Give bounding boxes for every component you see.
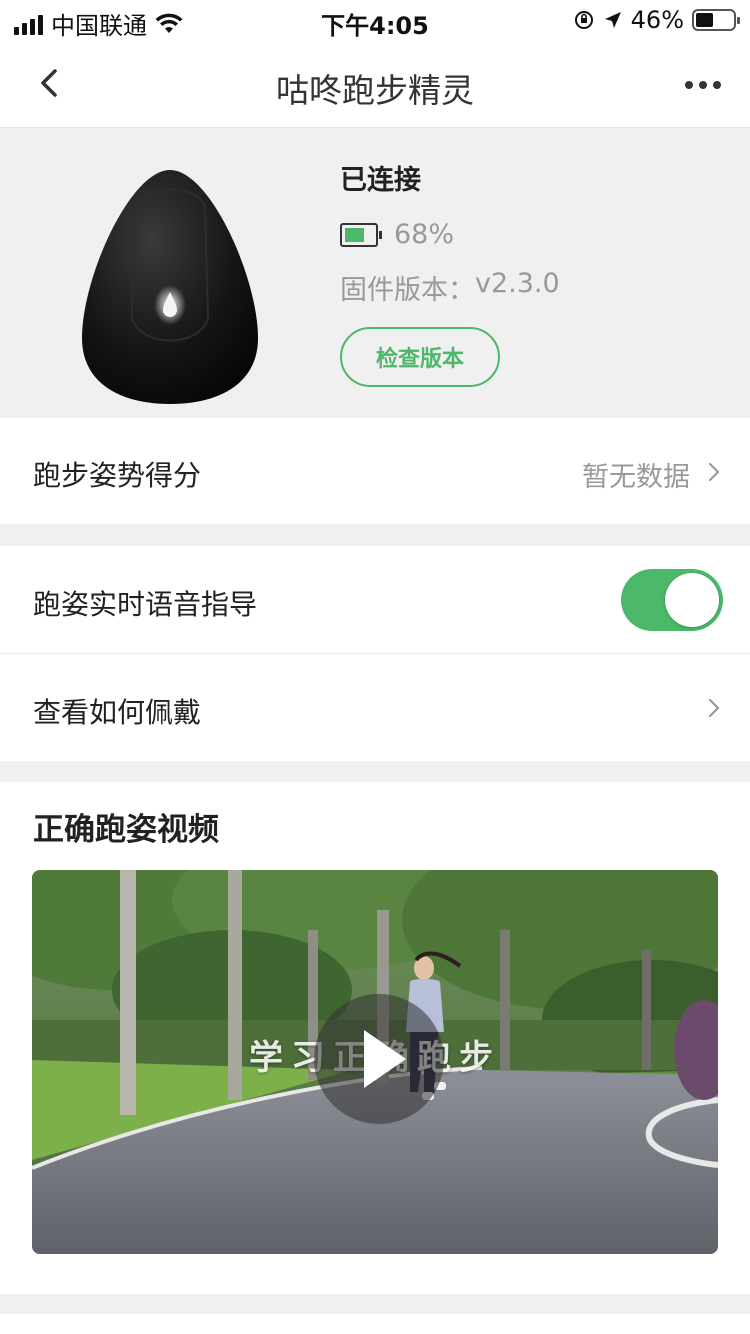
video-thumbnail[interactable]: 学习正确跑步 [32,870,718,1254]
firmware-version: 固件版本： v2.3.0 [340,268,560,307]
device-info: 已连接 68% 固件版本： v2.3.0 检查版本 [340,158,560,387]
play-icon [364,1030,406,1088]
more-dots-icon [685,81,693,89]
how-to-wear-label: 查看如何佩戴 [33,696,202,729]
device-battery-row: 68% [340,219,560,250]
more-options-button[interactable] [678,60,728,110]
voice-guidance-label: 跑姿实时语音指导 [33,588,258,621]
navigation-bar: 咕咚跑步精灵 [0,40,750,128]
device-battery-icon [340,222,382,247]
running-score-value: 暂无数据 [582,462,690,493]
how-to-wear-row[interactable]: 查看如何佩戴 [0,654,750,761]
firmware-label: 固件版本： [340,275,475,306]
page-title: 咕咚跑步精灵 [276,71,474,110]
running-score-row[interactable]: 跑步姿势得分 暂无数据 [0,418,750,524]
device-card: 已连接 68% 固件版本： v2.3.0 检查版本 [0,128,750,418]
running-score-label: 跑步姿势得分 [33,459,202,492]
chevron-right-icon [708,462,720,482]
play-button[interactable] [314,994,444,1124]
battery-percentage: 46% [630,6,684,34]
connection-status: 已连接 [340,165,421,196]
battery-icon [692,9,740,31]
status-right: 46% [573,6,740,34]
voice-guidance-row: 跑姿实时语音指导 [0,546,750,653]
location-arrow-icon [604,12,621,28]
status-bar: 中国联通 下午4:05 46% [0,0,750,40]
video-section-title: 正确跑姿视频 [33,812,219,848]
voice-guidance-toggle[interactable] [621,569,723,631]
rotation-lock-icon [574,11,593,29]
device-battery-percent: 68% [394,219,455,250]
bottom-spacer [0,1294,750,1334]
device-image [82,170,258,404]
video-section: 正确跑姿视频 [0,782,750,1294]
check-version-button[interactable]: 检查版本 [340,327,500,387]
firmware-value: v2.3.0 [475,268,560,299]
toggle-knob [665,573,719,627]
chevron-right-icon [708,698,720,718]
